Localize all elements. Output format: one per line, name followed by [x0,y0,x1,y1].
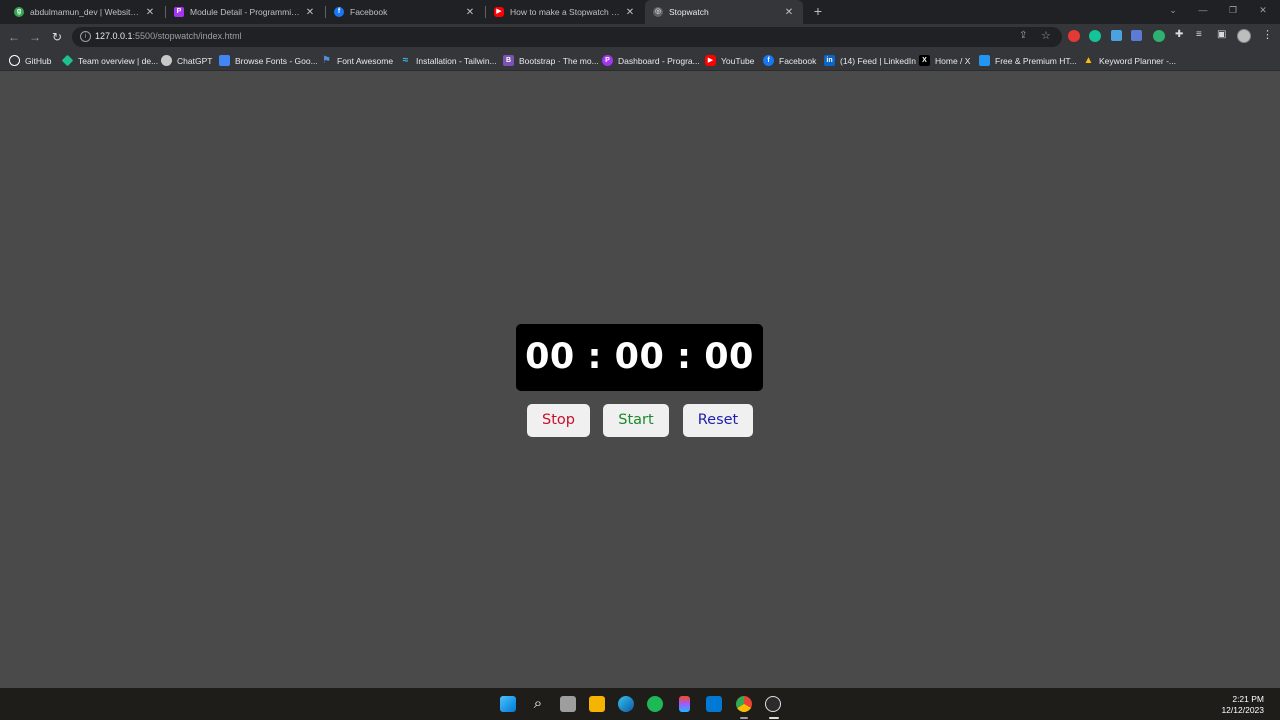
google-fonts-icon [219,55,230,66]
bookmark-tailwind[interactable]: ≈ Installation - Tailwin... [400,54,497,67]
close-icon[interactable]: ✕ [304,7,316,18]
close-icon[interactable]: ✕ [144,7,156,18]
taskbar: ⌕ 2:21 PM 12/12/2023 [0,688,1280,720]
browser-toolbar: ← → ↻ i 127.0.0.1:5500/stopwatch/index.h… [0,24,1280,50]
bookmark-x[interactable]: X Home / X [919,54,970,67]
tab-strip: g abdulmamun_dev | Website De ✕ P Module… [0,0,1280,24]
bookmark-keyword-planner[interactable]: ▲ Keyword Planner -... [1083,54,1176,67]
extension-red-icon[interactable] [1068,30,1080,42]
bookmark-google-fonts[interactable]: Browse Fonts - Goo... [219,54,318,67]
tab-title: Module Detail - Programming H [190,7,300,17]
address-bar[interactable]: i 127.0.0.1:5500/stopwatch/index.html ⇪ … [72,27,1062,47]
chatgpt-icon [161,55,172,66]
bookmark-dashboard[interactable]: P Dashboard - Progra... [602,54,700,67]
bookmark-youtube[interactable]: ▶ YouTube [705,54,754,67]
programming-hero-icon: P [174,7,184,17]
bookmark-bootstrap[interactable]: B Bootstrap · The mo... [503,54,599,67]
globe-icon: ◎ [653,7,663,17]
forward-arrow-icon[interactable]: → [26,28,44,46]
tab-youtube[interactable]: ▶ How to make a Stopwatch using ✕ [486,0,644,24]
tab-title: Facebook [350,7,388,17]
edge-icon[interactable] [618,696,634,712]
task-view-icon[interactable] [560,696,576,712]
avatar[interactable] [1237,29,1251,43]
programming-hero-icon: P [602,55,613,66]
figma-icon[interactable] [679,696,690,712]
youtube-icon: ▶ [494,7,504,17]
bookmark-chatgpt[interactable]: ChatGPT [161,54,212,67]
tab-title: abdulmamun_dev | Website De [30,7,140,17]
bootstrap-icon: B [503,55,514,66]
search-icon[interactable]: ⌕ [530,696,546,712]
tab-title: Stopwatch [669,7,709,17]
tab-title: How to make a Stopwatch using [510,7,620,17]
puzzle-icon[interactable]: ✚ [1175,29,1183,40]
tab-facebook[interactable]: f Facebook ✕ [326,0,484,24]
facebook-icon: f [334,7,344,17]
bookmark-html-templates[interactable]: Free & Premium HT... [979,54,1077,67]
flag-icon: ⚑ [322,55,331,66]
tailwind-icon: ≈ [402,55,409,66]
start-button[interactable]: Start [603,404,669,437]
info-icon[interactable]: i [80,31,91,42]
tab-stopwatch[interactable]: ◎ Stopwatch ✕ [645,0,803,24]
linkedin-icon: in [824,55,835,66]
google-ads-icon: ▲ [1083,55,1094,66]
stopwatch-display: 00 : 00 : 00 [516,324,763,391]
new-tab-button[interactable]: + [809,2,827,20]
windows-start-icon[interactable] [500,696,516,712]
chevron-down-icon[interactable]: ⌄ [1158,0,1188,22]
extension-green-icon[interactable] [1153,30,1165,42]
obs-icon[interactable] [765,696,781,712]
bookmark-team-overview[interactable]: Team overview | de... [61,54,158,67]
close-icon[interactable]: ✕ [783,7,795,18]
more-menu-icon[interactable]: ⋮ [1262,28,1273,41]
taskbar-date[interactable]: 12/12/2023 [1221,705,1264,715]
grammarly-icon[interactable] [1089,30,1101,42]
youtube-icon: ▶ [705,55,716,66]
vscode-icon[interactable] [706,696,722,712]
github-icon [9,55,20,66]
bookmark-linkedin[interactable]: in (14) Feed | LinkedIn [824,54,916,67]
reset-button[interactable]: Reset [683,404,753,437]
facebook-icon: f [763,55,774,66]
minimize-icon[interactable]: — [1188,0,1218,22]
x-icon: X [919,55,930,66]
bookmark-github[interactable]: GitHub [9,54,51,67]
tab-module-detail[interactable]: P Module Detail - Programming H ✕ [166,0,324,24]
tab-website[interactable]: g abdulmamun_dev | Website De ✕ [6,0,164,24]
green-circle-icon: g [14,7,24,17]
restore-icon[interactable]: ❐ [1218,0,1248,22]
obs-active-indicator [769,717,779,719]
spotify-icon[interactable] [647,696,663,712]
window-close-icon[interactable]: ✕ [1248,0,1278,22]
file-explorer-icon[interactable] [589,696,605,712]
translate-icon[interactable] [1131,30,1142,41]
html-template-icon [979,55,990,66]
chrome-icon[interactable] [736,696,752,712]
reading-list-icon[interactable]: ≡ [1196,29,1202,40]
close-icon[interactable]: ✕ [464,7,476,18]
bookmark-facebook[interactable]: f Facebook [763,54,816,67]
side-panel-icon[interactable]: ▣ [1217,29,1226,40]
chrome-active-indicator [740,717,748,719]
star-icon[interactable]: ☆ [1041,29,1051,42]
reload-icon[interactable]: ↻ [48,28,66,46]
bookmark-font-awesome[interactable]: ⚑ Font Awesome [321,54,393,67]
diamond-icon [61,54,74,67]
share-icon[interactable]: ⇪ [1019,30,1027,41]
taskbar-time[interactable]: 2:21 PM [1232,694,1264,704]
url-text[interactable]: 127.0.0.1:5500/stopwatch/index.html [95,31,242,41]
bookmarks-bar: GitHub Team overview | de... ChatGPT Bro… [0,50,1280,71]
extension-blue-icon[interactable] [1111,30,1122,41]
stop-button[interactable]: Stop [527,404,590,437]
back-arrow-icon[interactable]: ← [5,28,23,46]
close-icon[interactable]: ✕ [624,7,636,18]
